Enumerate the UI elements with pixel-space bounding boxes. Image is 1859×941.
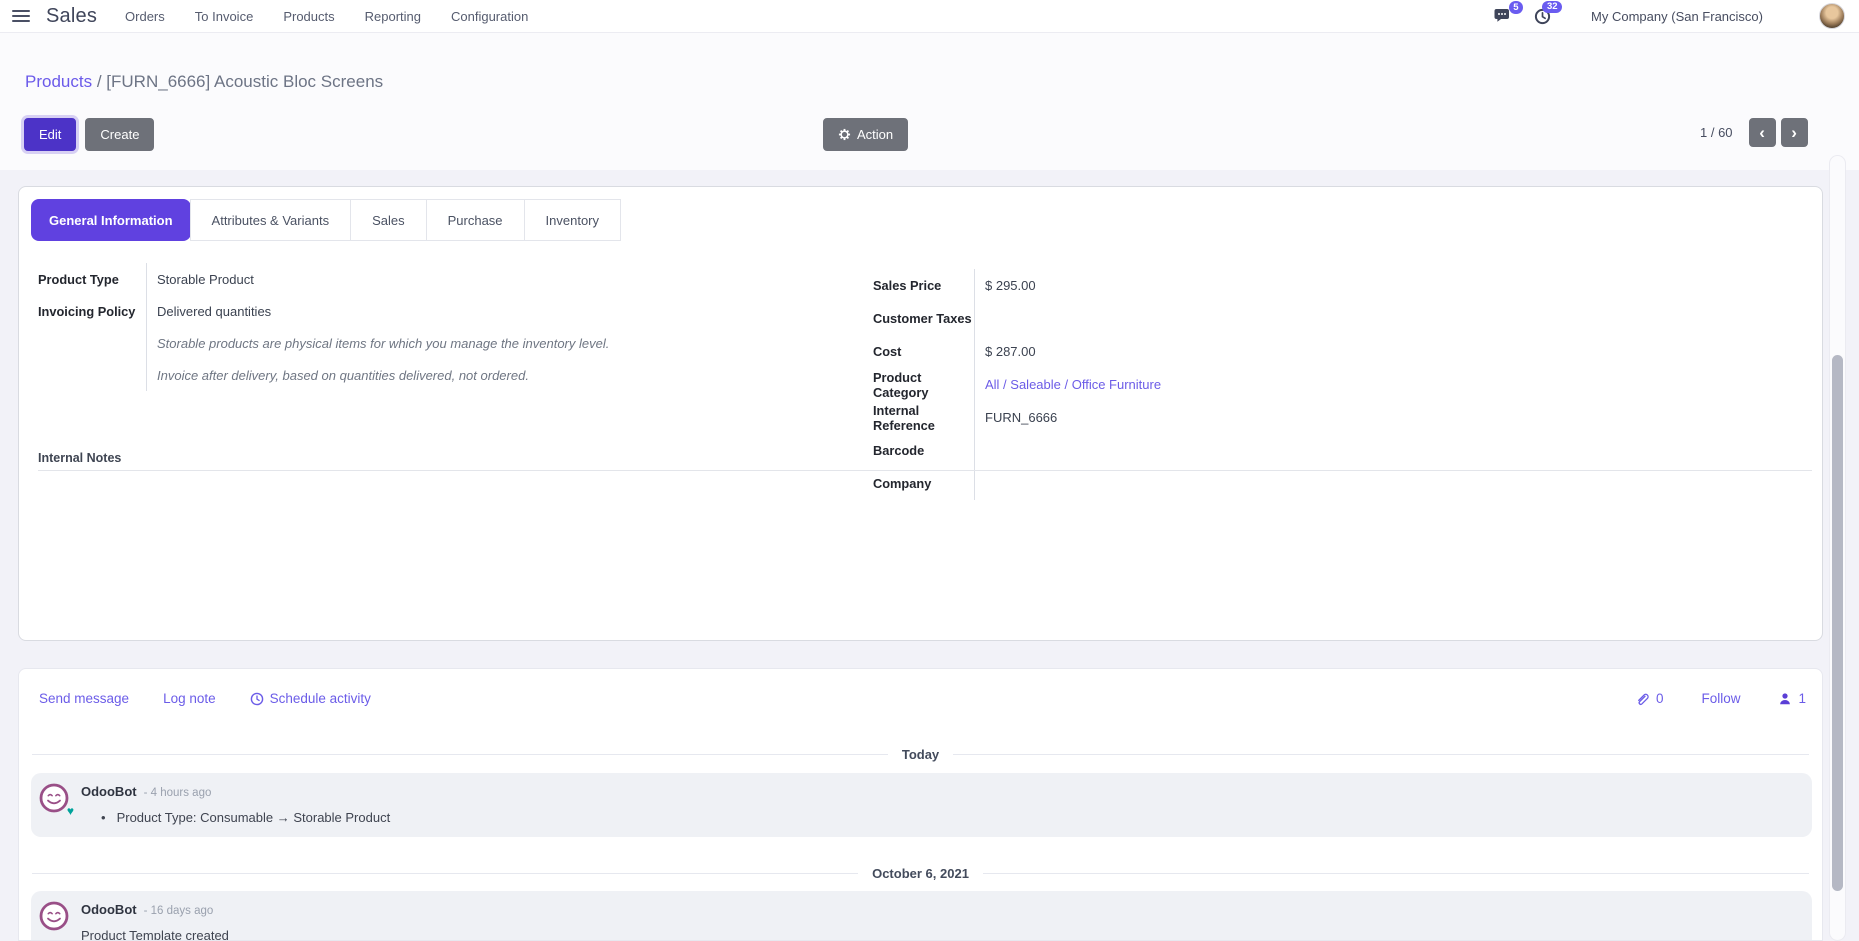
message-author: OdooBot — [81, 784, 137, 799]
follow-button[interactable]: Follow — [1701, 691, 1740, 706]
field-value-invoicing-policy: Delivered quantities — [147, 304, 271, 319]
message-timestamp: - 4 hours ago — [144, 787, 212, 799]
date-divider-october: October 6, 2021 — [32, 866, 1809, 881]
gear-icon — [838, 128, 851, 141]
top-navbar: Sales Orders To Invoice Products Reporti… — [0, 0, 1859, 33]
messages-badge: 5 — [1509, 1, 1523, 14]
user-avatar[interactable] — [1819, 3, 1845, 29]
help-text-invoice-policy: Invoice after delivery, based on quantit… — [147, 368, 529, 383]
field-group-right: Sales Price Customer Taxes Cost Product … — [873, 269, 1394, 500]
notebook-tabs: General Information Attributes & Variant… — [31, 199, 621, 241]
internal-notes-divider — [38, 470, 1812, 471]
activities-badge: 32 — [1542, 1, 1562, 14]
field-value-product-type: Storable Product — [147, 272, 254, 287]
field-label-product-type: Product Type — [38, 272, 119, 287]
control-panel — [0, 33, 1859, 170]
action-button[interactable]: Action — [823, 118, 908, 151]
field-value-internal-reference: FURN_6666 — [975, 410, 1057, 425]
company-switcher[interactable]: My Company (San Francisco) — [1591, 9, 1763, 24]
odoobot-avatar — [38, 900, 70, 932]
field-label-sales-price: Sales Price — [873, 278, 941, 293]
menu-orders[interactable]: Orders — [125, 9, 165, 24]
menu-reporting[interactable]: Reporting — [365, 9, 421, 24]
clock-icon — [250, 692, 264, 706]
message-body: Product Type: Consumable → Storable Prod… — [117, 810, 391, 825]
help-text-storable: Storable products are physical items for… — [147, 336, 609, 351]
form-sheet: General Information Attributes & Variant… — [18, 186, 1823, 641]
log-note-button[interactable]: Log note — [163, 691, 216, 706]
message-timestamp: - 16 days ago — [144, 905, 214, 917]
field-label-invoicing-policy: Invoicing Policy — [38, 304, 135, 319]
activities-icon[interactable]: 32 — [1534, 8, 1551, 25]
chevron-left-icon: ‹ — [1759, 123, 1765, 143]
attachments-button[interactable]: 0 — [1635, 691, 1664, 706]
chevron-right-icon: › — [1791, 123, 1797, 143]
schedule-activity-button[interactable]: Schedule activity — [250, 691, 371, 706]
tab-general-information[interactable]: General Information — [31, 199, 191, 241]
date-divider-today: Today — [32, 747, 1809, 762]
tab-purchase[interactable]: Purchase — [426, 199, 525, 241]
scrollbar-track[interactable] — [1829, 155, 1846, 941]
field-value-sales-price: $ 295.00 — [975, 278, 1036, 293]
followers-count: 1 — [1798, 691, 1806, 706]
pager-counter: 1 / 60 — [1700, 125, 1733, 140]
field-label-customer-taxes: Customer Taxes — [873, 311, 972, 326]
field-label-cost: Cost — [873, 344, 901, 359]
field-label-company: Company — [873, 476, 931, 491]
pager-next-button[interactable]: › — [1781, 118, 1808, 147]
app-title[interactable]: Sales — [46, 5, 97, 28]
messages-icon[interactable]: 5 — [1494, 8, 1512, 24]
tab-attributes-variants[interactable]: Attributes & Variants — [190, 199, 352, 241]
send-message-button[interactable]: Send message — [39, 691, 129, 706]
tab-inventory[interactable]: Inventory — [524, 199, 621, 241]
field-label-internal-reference: Internal Reference — [873, 403, 974, 433]
app-menu: Orders To Invoice Products Reporting Con… — [125, 9, 528, 24]
chatter-message: ♥ OdooBot - 4 hours ago • Product Type: … — [31, 773, 1812, 837]
breadcrumb-products-link[interactable]: Products — [25, 72, 92, 91]
hamburger-menu-icon[interactable] — [12, 10, 30, 22]
breadcrumb-current: [FURN_6666] Acoustic Bloc Screens — [106, 72, 383, 91]
field-value-product-category-link[interactable]: All / Saleable / Office Furniture — [975, 377, 1161, 392]
menu-to-invoice[interactable]: To Invoice — [195, 9, 254, 24]
bullet-icon: • — [101, 810, 106, 825]
field-label-barcode: Barcode — [873, 443, 924, 458]
field-value-cost: $ 287.00 — [975, 344, 1036, 359]
message-body: Product Template created — [81, 928, 229, 941]
internal-notes-label: Internal Notes — [38, 451, 121, 465]
paperclip-icon — [1635, 691, 1650, 706]
heart-icon: ♥ — [67, 805, 74, 817]
chatter-panel: Send message Log note Schedule activity — [18, 668, 1823, 941]
breadcrumb-separator: / — [97, 72, 102, 91]
follower-icon — [1778, 692, 1792, 706]
menu-products[interactable]: Products — [283, 9, 334, 24]
chatter-message: OdooBot - 16 days ago Product Template c… — [31, 891, 1812, 941]
edit-button[interactable]: Edit — [24, 118, 76, 151]
pager-previous-button[interactable]: ‹ — [1749, 118, 1776, 147]
message-author: OdooBot — [81, 902, 137, 917]
field-group-left: Product Type Invoicing Policy Storable P… — [38, 263, 666, 391]
tab-sales[interactable]: Sales — [350, 199, 427, 241]
scrollbar-thumb[interactable] — [1832, 355, 1843, 891]
menu-configuration[interactable]: Configuration — [451, 9, 528, 24]
followers-button[interactable]: 1 — [1778, 691, 1806, 706]
field-label-product-category: Product Category — [873, 370, 974, 400]
breadcrumb: Products / [FURN_6666] Acoustic Bloc Scr… — [25, 72, 383, 92]
create-button[interactable]: Create — [85, 118, 154, 151]
attachments-count: 0 — [1656, 691, 1664, 706]
odoobot-avatar: ♥ — [38, 782, 70, 814]
